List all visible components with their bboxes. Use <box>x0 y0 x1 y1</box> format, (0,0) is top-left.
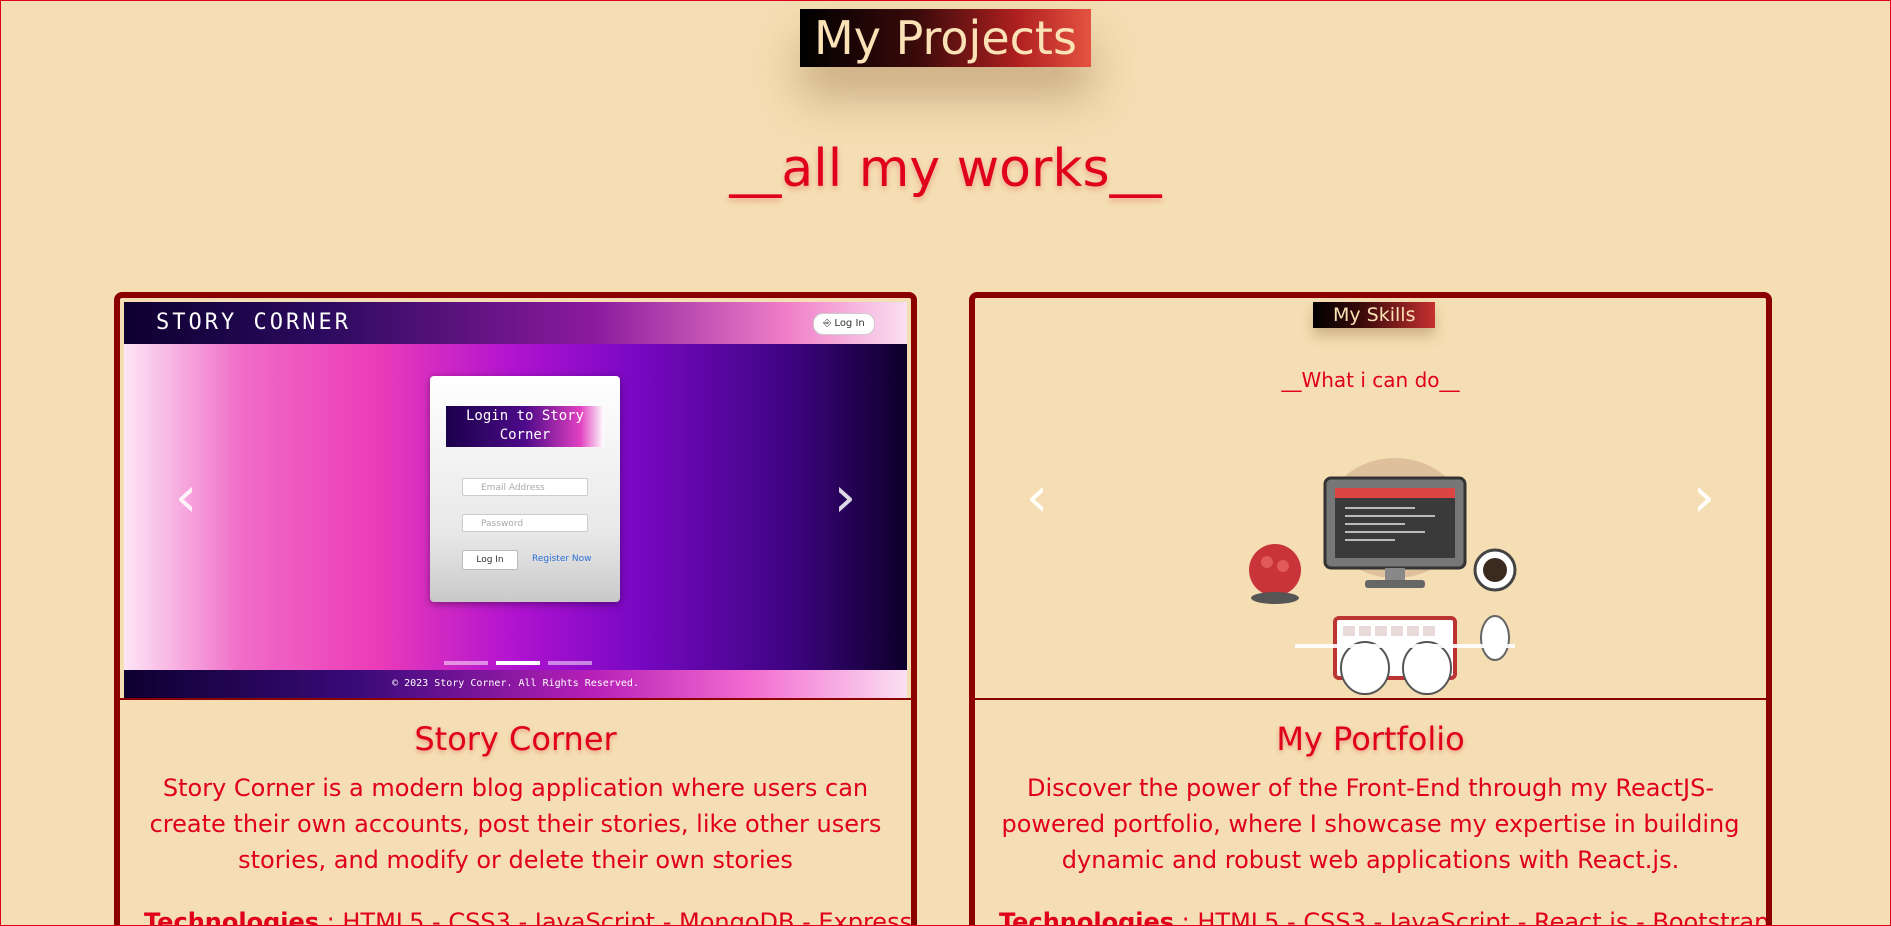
preview-footer: © 2023 Story Corner. All Rights Reserved… <box>124 670 907 698</box>
carousel-next-icon[interactable]: › <box>825 468 865 528</box>
technologies-list: : HTML5 - CSS3 - JavaScript - MongoDB - … <box>319 908 917 926</box>
preview-form-title: Login to Story Corner <box>446 406 604 447</box>
project-carousel[interactable]: STORY CORNER ⎆ Log In Login to Story Cor… <box>120 298 911 700</box>
carousel-prev-icon[interactable]: ‹ <box>1017 468 1057 528</box>
technologies-label: Technologies <box>999 908 1175 926</box>
project-title: My Portfolio <box>1276 720 1465 758</box>
project-description: Story Corner is a modern blog applicatio… <box>149 774 882 874</box>
carousel-indicator-active[interactable] <box>496 661 540 665</box>
preview-brand: STORY CORNER <box>156 310 351 335</box>
project-technologies: Technologies : HTML5 - CSS3 - JavaScript… <box>144 908 911 926</box>
preview-header: STORY CORNER ⎆ Log In <box>124 302 907 344</box>
page-frame: My Projects __all my works__ STORY CORNE… <box>0 0 1891 926</box>
carousel-indicator[interactable] <box>444 661 488 665</box>
preview-login-form: Login to Story Corner Email Address Pass… <box>430 376 620 602</box>
project-card-story-corner: STORY CORNER ⎆ Log In Login to Story Cor… <box>114 292 917 926</box>
technologies-label: Technologies <box>144 908 320 926</box>
preview-login-label: Log In <box>834 318 865 329</box>
preview-register-link: Register Now <box>532 554 592 564</box>
carousel-prev-icon[interactable]: ‹ <box>166 468 206 528</box>
preview-subtitle: __What i can do__ <box>1281 368 1460 392</box>
preview-email-field: Email Address <box>462 478 588 496</box>
project-title: Story Corner <box>414 720 617 758</box>
carousel-next-icon[interactable]: › <box>1684 468 1724 528</box>
carousel-slide: STORY CORNER ⎆ Log In Login to Story Cor… <box>124 302 907 698</box>
project-description: Discover the power of the Front-End thro… <box>1001 774 1740 874</box>
carousel-indicators <box>444 650 600 669</box>
carousel-indicator[interactable] <box>548 661 592 665</box>
project-carousel[interactable]: My Skills __What i can do__ ‹ › <box>975 298 1766 700</box>
page-subtitle: __all my works__ <box>729 139 1162 199</box>
preview-form-login-button: Log In <box>462 550 518 570</box>
coding-illustration-icon <box>1249 458 1517 695</box>
preview-password-field: Password <box>462 514 588 532</box>
technologies-list: : HTML5 - CSS3 - JavaScript - React.js -… <box>1174 908 1770 926</box>
project-card-my-portfolio: My Skills __What i can do__ ‹ › My Portf… <box>969 292 1772 926</box>
project-technologies: Technologies : HTML5 - CSS3 - JavaScript… <box>999 908 1766 926</box>
page-title-wrap: My Projects <box>1 9 1890 67</box>
carousel-slide: My Skills __What i can do__ <box>975 298 1766 698</box>
preview-skills-badge: My Skills <box>1313 302 1436 328</box>
page-title: My Projects <box>800 9 1091 67</box>
preview-login-button: ⎆ Log In <box>813 313 875 335</box>
